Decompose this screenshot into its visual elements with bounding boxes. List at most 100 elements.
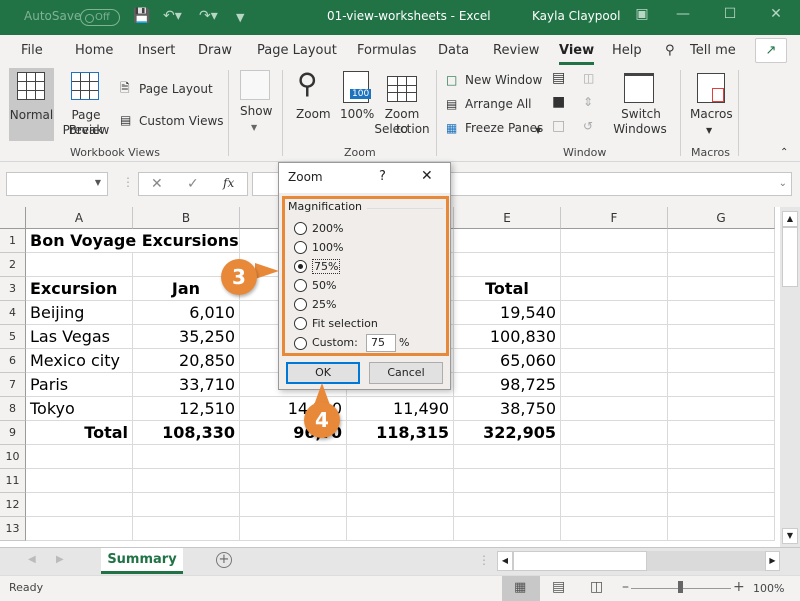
option-200[interactable]: 200%	[285, 219, 446, 238]
name-box[interactable]: ▼	[6, 172, 108, 196]
cell[interactable]: Total	[26, 421, 133, 445]
user-name[interactable]: Kayla Claypool	[532, 9, 620, 23]
cell[interactable]	[561, 349, 668, 373]
option-100[interactable]: 100%	[285, 238, 446, 257]
synchronous-scrolling-icon[interactable]: ⇕	[583, 95, 593, 110]
customize-toolbar-icon[interactable]: ▼	[236, 11, 244, 24]
cell[interactable]	[133, 517, 240, 541]
cell[interactable]	[240, 493, 347, 517]
cell[interactable]	[561, 397, 668, 421]
row-header[interactable]: 7	[0, 373, 26, 397]
close-icon[interactable]: ✕	[761, 6, 791, 28]
radio-25[interactable]	[294, 298, 307, 311]
cell[interactable]	[454, 517, 561, 541]
cell[interactable]	[668, 301, 775, 325]
cell[interactable]	[26, 493, 133, 517]
cell[interactable]: Mexico city	[26, 349, 133, 373]
zoom-out-icon[interactable]: –	[622, 579, 629, 595]
scroll-down-icon[interactable]: ▼	[782, 528, 798, 544]
switch-windows-label-2[interactable]: Windows	[610, 122, 670, 137]
cell[interactable]: Excursion	[26, 277, 133, 301]
view-side-by-side-icon[interactable]: ◫	[583, 71, 594, 86]
maximize-icon[interactable]: ☐	[715, 6, 745, 28]
cell[interactable]	[561, 517, 668, 541]
tab-split-handle[interactable]: ⋮	[478, 553, 490, 567]
cell[interactable]	[668, 445, 775, 469]
cell[interactable]: 12,510	[133, 397, 240, 421]
row-header[interactable]: 2	[0, 253, 26, 277]
collapse-ribbon-icon[interactable]: ⌃	[780, 145, 788, 160]
cell[interactable]: 38,750	[454, 397, 561, 421]
horizontal-scrollbar[interactable]: ◀ ▶	[497, 551, 780, 571]
cell[interactable]	[561, 469, 668, 493]
page-break-status-icon[interactable]: ◫	[590, 579, 603, 595]
zoom-level[interactable]: 100%	[753, 582, 784, 595]
cell[interactable]	[133, 469, 240, 493]
prev-sheet-icon[interactable]: ◀	[28, 554, 36, 565]
cell[interactable]	[347, 469, 454, 493]
cell[interactable]	[561, 493, 668, 517]
scroll-up-icon[interactable]: ▲	[782, 211, 798, 227]
cell[interactable]: 108,330	[133, 421, 240, 445]
zoom-in-icon[interactable]: +	[733, 579, 745, 595]
split-icon[interactable]: ▤	[552, 71, 565, 86]
minimize-icon[interactable]: —	[668, 6, 698, 28]
cell[interactable]: 6,010	[133, 301, 240, 325]
cell[interactable]	[26, 469, 133, 493]
cell[interactable]	[454, 253, 561, 277]
cell[interactable]	[668, 373, 775, 397]
scroll-left-icon[interactable]: ◀	[497, 551, 513, 571]
select-all-button[interactable]	[0, 207, 26, 229]
scroll-right-icon[interactable]: ▶	[765, 551, 780, 571]
cell[interactable]	[240, 445, 347, 469]
show-button[interactable]: Show	[240, 104, 272, 119]
cell[interactable]	[26, 253, 133, 277]
cell[interactable]	[561, 373, 668, 397]
cell[interactable]: Las Vegas	[26, 325, 133, 349]
tab-formulas[interactable]: Formulas	[357, 43, 416, 58]
search-icon[interactable]: ⚲	[665, 43, 675, 58]
row-header[interactable]: 9	[0, 421, 26, 445]
enter-entry-icon[interactable]: ✓	[187, 176, 199, 192]
cell[interactable]	[668, 397, 775, 421]
cancel-entry-icon[interactable]: ✕	[151, 176, 163, 192]
cell[interactable]	[240, 469, 347, 493]
cell[interactable]	[454, 229, 561, 253]
radio-custom[interactable]	[294, 337, 307, 350]
cell[interactable]	[668, 421, 775, 445]
save-icon[interactable]: 💾	[133, 8, 150, 24]
cell[interactable]: 322,905	[454, 421, 561, 445]
ribbon-display-icon[interactable]: ▣	[627, 6, 657, 28]
macros-button[interactable]: Macros	[690, 107, 733, 122]
freeze-panes-button[interactable]: Freeze Panes	[465, 121, 543, 136]
cell[interactable]	[561, 445, 668, 469]
cell[interactable]: 65,060	[454, 349, 561, 373]
cell[interactable]: 98,725	[454, 373, 561, 397]
cancel-button[interactable]: Cancel	[369, 362, 443, 384]
cell[interactable]	[668, 493, 775, 517]
cell[interactable]: 35,250	[133, 325, 240, 349]
tab-page-layout[interactable]: Page Layout	[257, 43, 337, 58]
cell[interactable]	[133, 493, 240, 517]
column-header[interactable]: B	[133, 207, 240, 229]
cell[interactable]	[347, 517, 454, 541]
option-fit-selection[interactable]: Fit selection	[285, 314, 446, 333]
cell[interactable]	[454, 469, 561, 493]
share-button[interactable]: ↗	[755, 38, 787, 63]
reset-window-position-icon[interactable]: ↺	[583, 119, 593, 134]
radio-100[interactable]	[294, 241, 307, 254]
cell[interactable]	[561, 325, 668, 349]
cell[interactable]	[26, 517, 133, 541]
ok-button[interactable]: OK	[286, 362, 360, 384]
page-layout-view-button[interactable]: Page Layout	[139, 82, 213, 97]
cell[interactable]: Beijing	[26, 301, 133, 325]
vertical-scrollbar[interactable]: ▲ ▼	[780, 207, 800, 547]
cell[interactable]: Tokyo	[26, 397, 133, 421]
cell[interactable]	[668, 469, 775, 493]
unhide-icon[interactable]: □	[552, 119, 565, 134]
tab-data[interactable]: Data	[438, 43, 469, 58]
autosave-toggle[interactable]: Off	[80, 9, 120, 26]
radio-200[interactable]	[294, 222, 307, 235]
cell[interactable]	[133, 229, 240, 253]
cell[interactable]	[561, 301, 668, 325]
